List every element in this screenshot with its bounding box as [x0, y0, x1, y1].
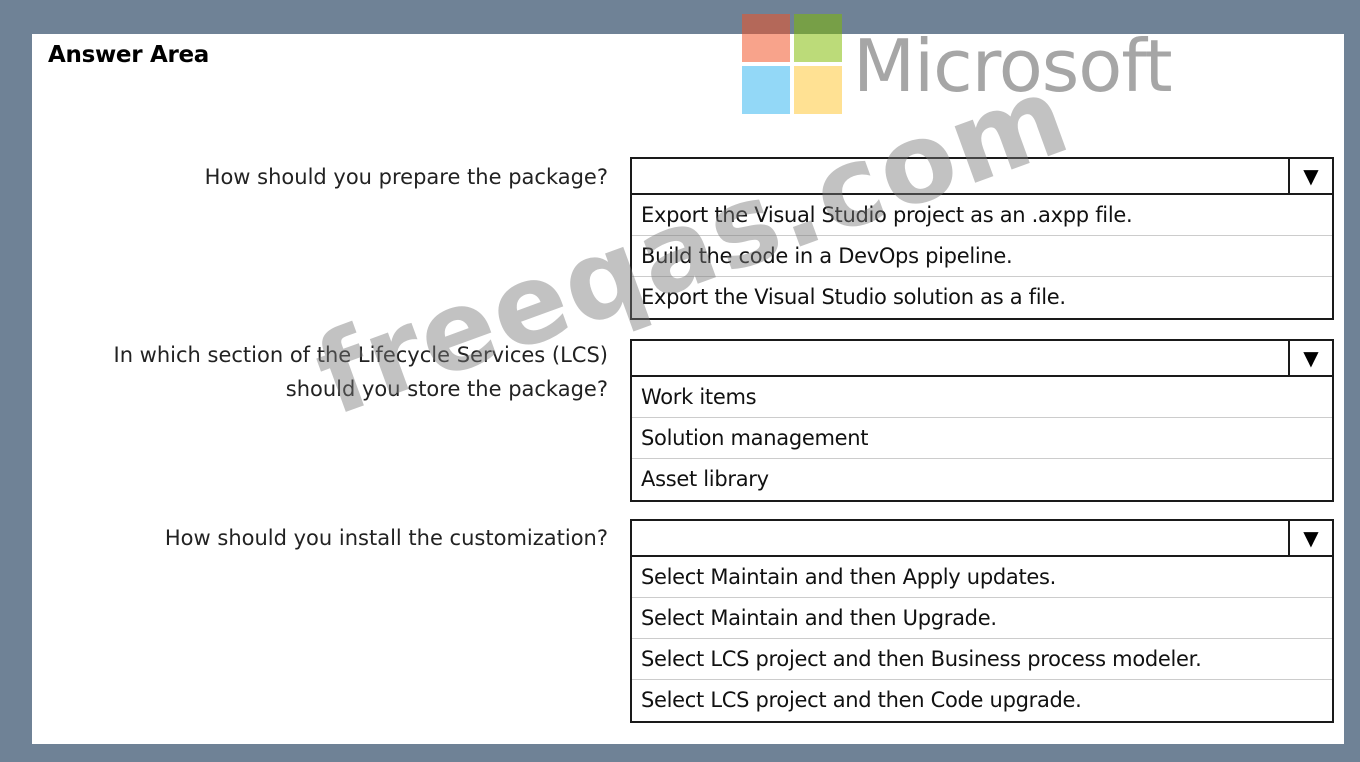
logo-blue-square [742, 66, 790, 114]
dropdown-option[interactable]: Export the Visual Studio solution as a f… [632, 277, 1332, 318]
question-3-line: How should you install the customization… [164, 526, 608, 550]
chevron-down-icon[interactable]: ▼ [1288, 159, 1332, 193]
dropdown-option[interactable]: Select Maintain and then Upgrade. [632, 598, 1332, 639]
question-3-dropdown[interactable]: ▼ [630, 519, 1334, 557]
question-1-dropdown[interactable]: ▼ [630, 157, 1334, 195]
question-1-text: How should you prepare the package? [8, 160, 608, 194]
dropdown-option[interactable]: Export the Visual Studio project as an .… [632, 195, 1332, 236]
logo-red-square [742, 14, 790, 62]
question-2-line-1: In which section of the Lifecycle Servic… [113, 343, 609, 367]
chevron-down-icon[interactable]: ▼ [1288, 341, 1332, 375]
dropdown-option[interactable]: Select LCS project and then Code upgrade… [632, 680, 1332, 721]
answer-area-title: Answer Area [48, 42, 210, 68]
microsoft-logo-icon [742, 14, 846, 118]
logo-green-square [794, 14, 842, 62]
question-3-text: How should you install the customization… [8, 521, 608, 555]
question-2-options: Work items Solution management Asset lib… [630, 377, 1334, 502]
chevron-down-icon[interactable]: ▼ [1288, 521, 1332, 555]
dropdown-option[interactable]: Select LCS project and then Business pro… [632, 639, 1332, 680]
question-2-line-2: should you store the package? [285, 377, 608, 401]
dropdown-option[interactable]: Select Maintain and then Apply updates. [632, 557, 1332, 598]
dropdown-option[interactable]: Build the code in a DevOps pipeline. [632, 236, 1332, 277]
dropdown-option[interactable]: Work items [632, 377, 1332, 418]
question-1-line: How should you prepare the package? [204, 165, 608, 189]
microsoft-wordmark: Microsoft [853, 24, 1173, 108]
question-3-options: Select Maintain and then Apply updates. … [630, 557, 1334, 723]
dropdown-option[interactable]: Solution management [632, 418, 1332, 459]
dropdown-option[interactable]: Asset library [632, 459, 1332, 500]
question-1-options: Export the Visual Studio project as an .… [630, 195, 1334, 320]
logo-yellow-square [794, 66, 842, 114]
question-2-text: In which section of the Lifecycle Servic… [8, 338, 609, 406]
question-2-dropdown[interactable]: ▼ [630, 339, 1334, 377]
